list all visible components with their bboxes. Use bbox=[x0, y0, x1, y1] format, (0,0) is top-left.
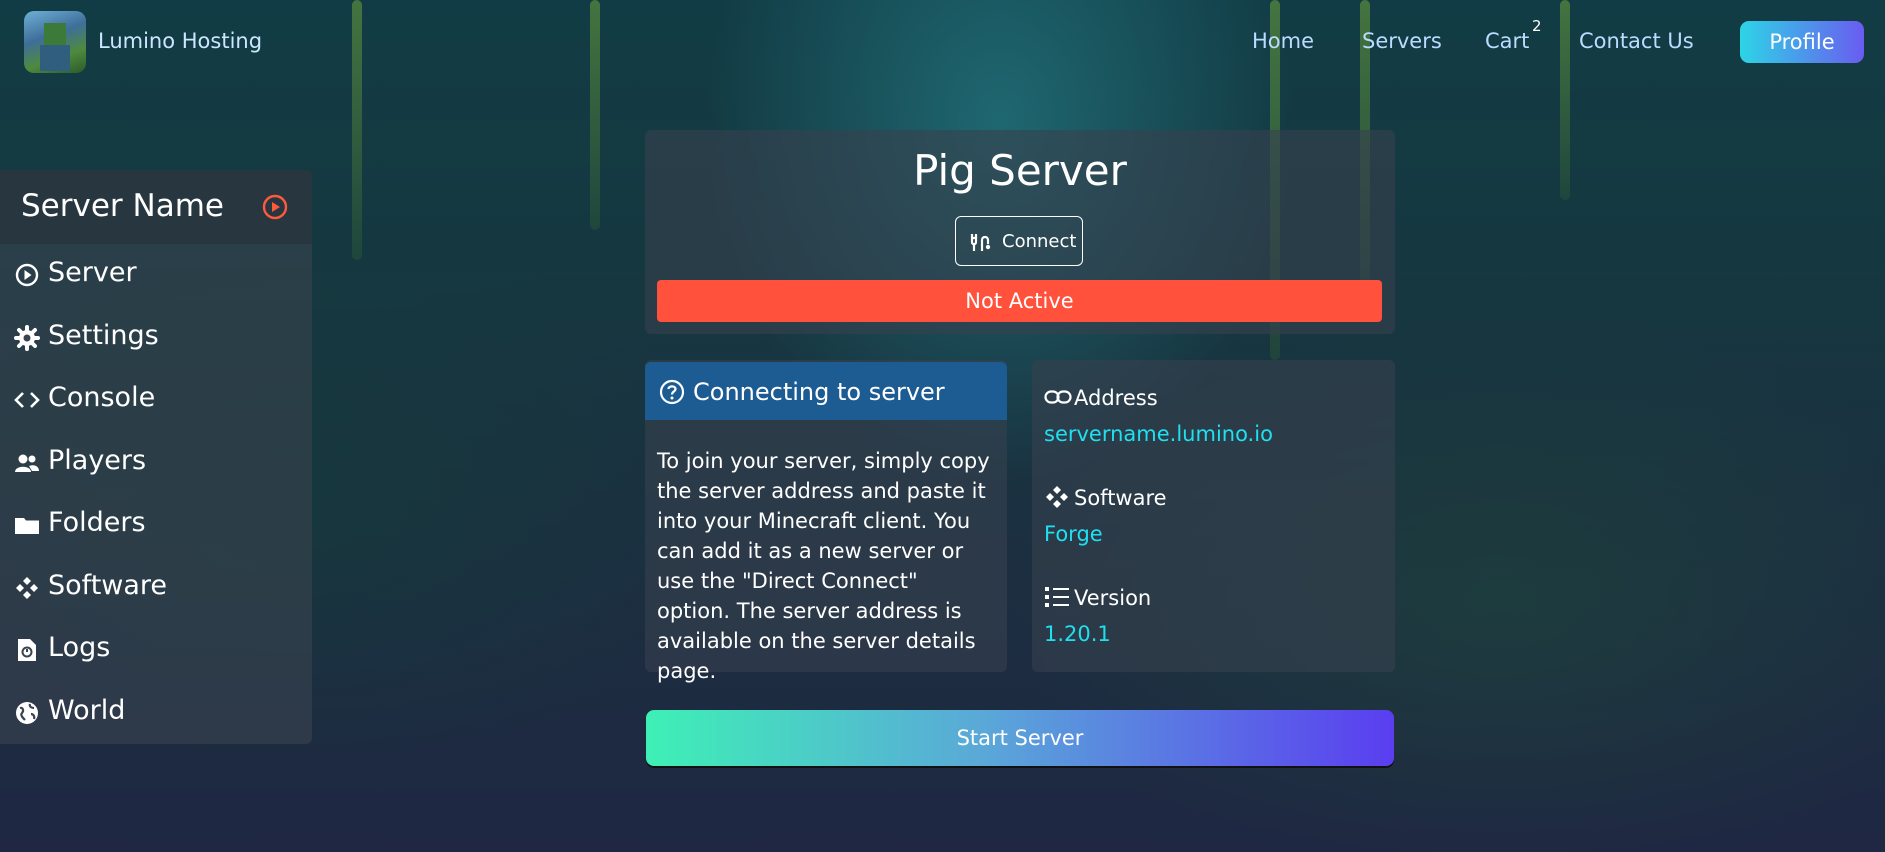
diamond-nodes-icon bbox=[1046, 486, 1068, 508]
sidebar-item-label: World bbox=[48, 695, 126, 726]
question-circle-icon bbox=[659, 379, 685, 405]
play-circle-icon[interactable] bbox=[262, 194, 288, 220]
connect-label: Connect bbox=[1002, 231, 1077, 252]
software-value: Forge bbox=[1044, 522, 1103, 546]
profile-button[interactable]: Profile bbox=[1740, 21, 1864, 63]
sidebar-item-world[interactable]: World bbox=[14, 692, 304, 732]
sidebar-header: Server Name bbox=[0, 170, 312, 244]
folder-icon bbox=[15, 518, 39, 534]
top-navbar: Lumino Hosting Home Servers Cart 2 Conta… bbox=[0, 0, 1885, 84]
sidebar-item-label: Settings bbox=[48, 320, 159, 351]
diamond-nodes-icon bbox=[16, 577, 38, 599]
connect-button[interactable]: Connect bbox=[955, 216, 1083, 266]
sidebar-item-logs[interactable]: Logs bbox=[14, 629, 304, 669]
sidebar-item-label: Console bbox=[48, 382, 156, 413]
list-icon bbox=[1045, 587, 1069, 607]
sidebar-item-settings[interactable]: Settings bbox=[14, 317, 304, 357]
sidebar-item-label: Folders bbox=[48, 507, 146, 538]
users-icon bbox=[15, 454, 39, 472]
sidebar-item-folders[interactable]: Folders bbox=[14, 504, 304, 544]
plug-icon bbox=[970, 234, 991, 251]
sidebar-item-players[interactable]: Players bbox=[14, 442, 304, 482]
sidebar-item-label: Server bbox=[48, 257, 137, 288]
sidebar-title: Server Name bbox=[21, 188, 224, 224]
version-value: 1.20.1 bbox=[1044, 622, 1111, 646]
status-badge: Not Active bbox=[657, 280, 1382, 322]
nav-home[interactable]: Home bbox=[1252, 29, 1314, 53]
file-history-icon bbox=[18, 639, 36, 661]
nav-servers[interactable]: Servers bbox=[1362, 29, 1442, 53]
address-value[interactable]: servername.lumino.io bbox=[1044, 422, 1273, 446]
info-card-heading: Connecting to server bbox=[693, 378, 945, 406]
nav-contact[interactable]: Contact Us bbox=[1579, 29, 1694, 53]
info-card-header: Connecting to server bbox=[645, 362, 1007, 420]
logo-icon[interactable] bbox=[24, 11, 86, 73]
page-title: Pig Server bbox=[913, 146, 1127, 195]
address-label: Address bbox=[1074, 386, 1158, 410]
nav-cart[interactable]: Cart bbox=[1485, 29, 1529, 53]
globe-icon bbox=[16, 702, 38, 724]
start-server-button[interactable]: Start Server bbox=[646, 710, 1394, 766]
sidebar-item-label: Software bbox=[48, 570, 168, 601]
cart-count-badge: 2 bbox=[1532, 17, 1542, 35]
link-icon bbox=[1044, 390, 1072, 404]
sidebar-item-server[interactable]: Server bbox=[14, 254, 304, 294]
code-icon bbox=[14, 392, 40, 408]
software-label: Software bbox=[1074, 486, 1167, 510]
info-card-body: To join your server, simply copy the ser… bbox=[657, 449, 990, 683]
version-label: Version bbox=[1074, 586, 1152, 610]
play-circle-icon bbox=[15, 263, 39, 287]
sidebar-item-console[interactable]: Console bbox=[14, 379, 304, 419]
server-sidebar: Server Name Server Settings Console Play… bbox=[0, 170, 312, 744]
sidebar-item-software[interactable]: Software bbox=[14, 567, 304, 607]
brand-name[interactable]: Lumino Hosting bbox=[98, 29, 262, 53]
sidebar-item-label: Players bbox=[48, 445, 147, 476]
gear-icon bbox=[14, 325, 40, 351]
sidebar-item-label: Logs bbox=[48, 632, 111, 663]
